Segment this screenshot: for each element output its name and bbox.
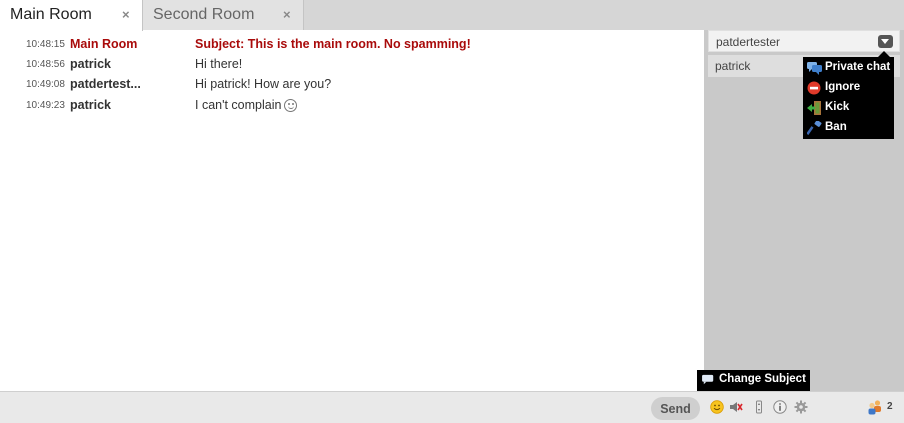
no-entry-icon: [807, 81, 821, 95]
tab-bar: Main Room × Second Room ×: [0, 0, 904, 31]
emoticon-icon[interactable]: [710, 400, 724, 414]
menu-item-ban[interactable]: Ban: [806, 118, 894, 138]
tab-label: Second Room: [153, 6, 255, 23]
user-context-menu: Private chat Ignore Kick Ban: [803, 57, 894, 139]
tooltip-change-subject: Change Subject: [697, 370, 810, 391]
message-nick[interactable]: patdertest...: [70, 77, 141, 91]
message-text: Hi patrick! How are you?: [195, 77, 332, 91]
settings-gear-icon[interactable]: [794, 400, 808, 414]
speech-bubble-icon: [702, 374, 714, 385]
message-nick[interactable]: patrick: [70, 57, 111, 71]
menu-item-label: Private chat: [825, 61, 891, 73]
users-icon: [868, 400, 881, 415]
user-list-item[interactable]: patdertester: [708, 30, 900, 52]
menu-item-kick[interactable]: Kick: [806, 98, 894, 118]
menu-item-label: Ban: [825, 121, 847, 133]
tab-second-room[interactable]: Second Room ×: [143, 0, 304, 30]
menu-item-label: Ignore: [825, 81, 861, 93]
tab-main-room[interactable]: Main Room ×: [0, 0, 143, 31]
close-icon[interactable]: ×: [283, 7, 291, 22]
send-button[interactable]: Send: [651, 397, 700, 420]
menu-item-ignore[interactable]: Ignore: [806, 78, 894, 98]
info-icon[interactable]: [773, 400, 787, 414]
smiley-icon: [284, 99, 298, 112]
message-pane: 10:48:15 Main Room Subject: This is the …: [0, 31, 704, 391]
hammer-icon: [807, 121, 822, 135]
menu-item-label: Kick: [825, 101, 850, 113]
chevron-down-icon[interactable]: [878, 35, 893, 48]
message-text: Subject: This is the main room. No spamm…: [195, 37, 471, 51]
message-time: 10:48:15: [26, 39, 65, 50]
bottom-toolbar: Send 2: [0, 391, 904, 423]
menu-item-private-chat[interactable]: Private chat: [806, 58, 894, 78]
message-row: 10:49:23 patrick I can't complain: [0, 97, 704, 117]
message-text-wrap: I can't complain: [195, 98, 298, 112]
message-time: 10:49:23: [26, 100, 65, 111]
door-exit-icon: [807, 101, 821, 115]
message-row: 10:49:08 patdertest... Hi patrick! How a…: [0, 76, 704, 96]
message-text: Hi there!: [195, 57, 243, 71]
message-row: 10:48:56 patrick Hi there!: [0, 56, 704, 76]
message-time: 10:48:56: [26, 59, 65, 70]
message-row: 10:48:15 Main Room Subject: This is the …: [0, 36, 704, 56]
speech-bubbles-icon: [807, 62, 822, 75]
user-count: 2: [887, 401, 893, 412]
user-name: patrick: [715, 59, 751, 73]
message-time: 10:49:08: [26, 79, 65, 90]
message-text: I can't complain: [195, 98, 282, 112]
autoscroll-icon[interactable]: [752, 400, 766, 414]
message-nick[interactable]: Main Room: [70, 37, 137, 51]
sound-muted-icon[interactable]: [729, 400, 743, 414]
user-name: patdertester: [716, 35, 781, 49]
tab-label: Main Room: [10, 6, 92, 23]
message-nick[interactable]: patrick: [70, 98, 111, 112]
close-icon[interactable]: ×: [122, 7, 130, 22]
tooltip-label: Change Subject: [719, 373, 806, 385]
